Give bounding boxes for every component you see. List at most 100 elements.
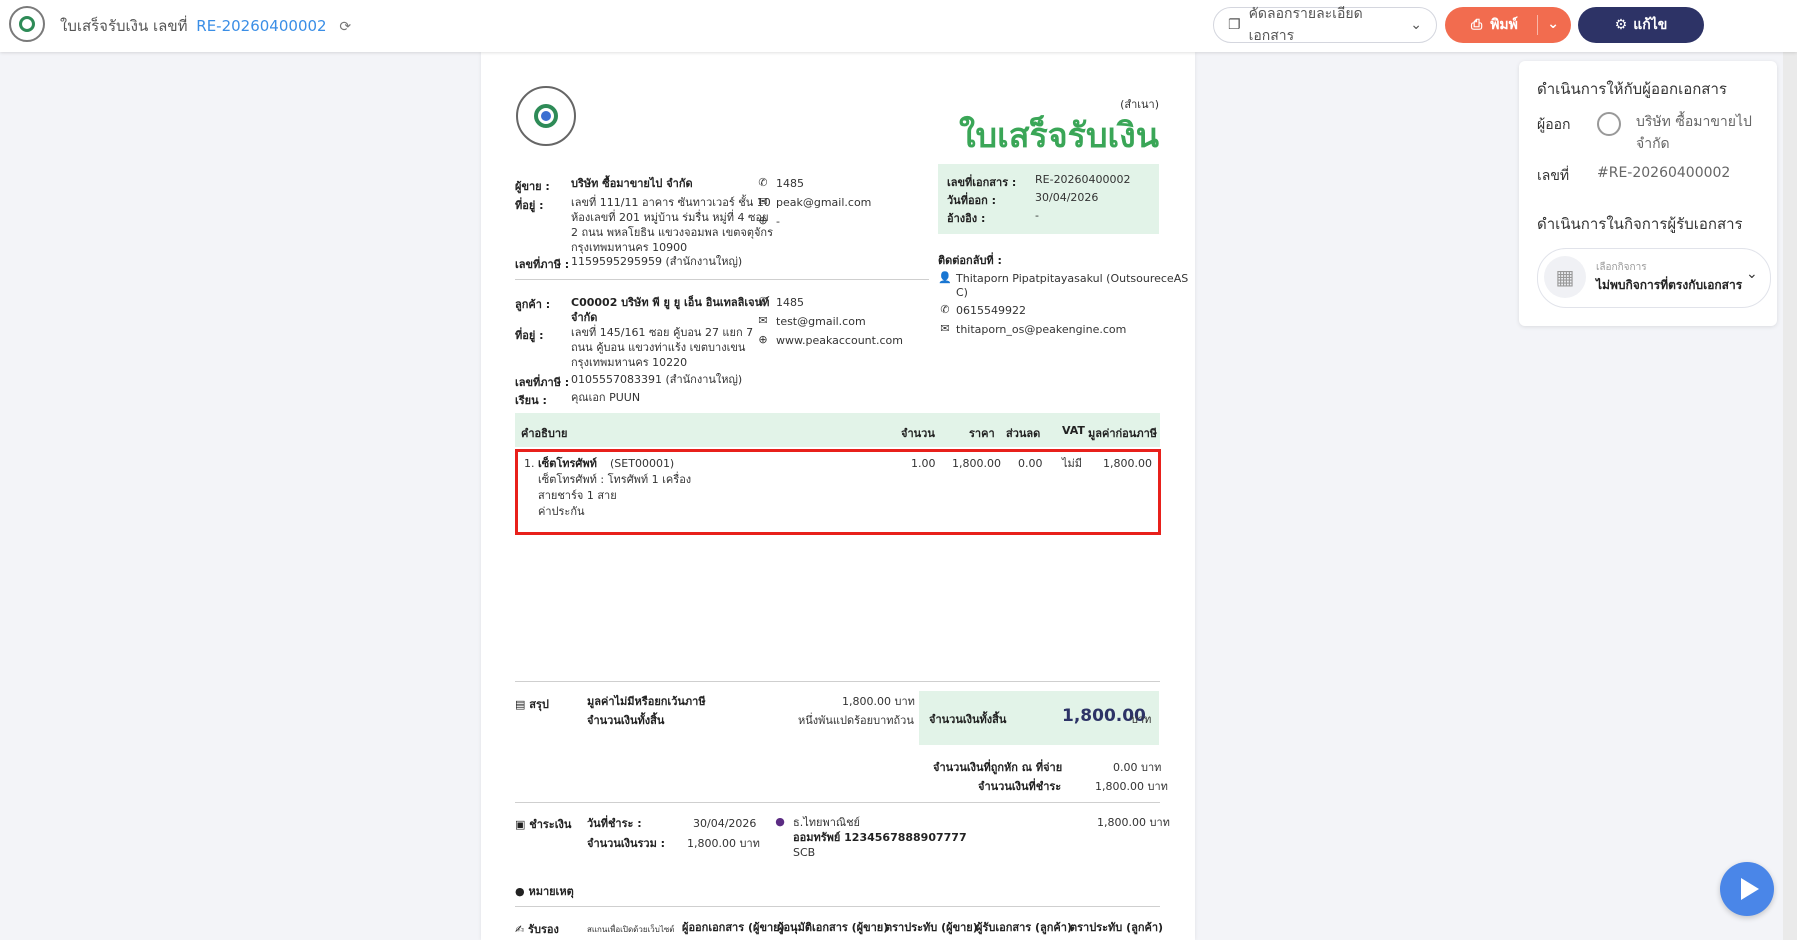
globe-icon: ⊕	[758, 333, 768, 346]
seller-address-line: 2 ถนน พหลโยธิน แขวงจอมพล เขตจตุจักร	[571, 226, 773, 239]
document-page: (สำเนา) ใบเสร็จรับเงิน ผู้ขาย : บริษัท ซ…	[481, 52, 1195, 940]
cash-icon: ▣	[515, 818, 530, 831]
row-desc-line: สายชาร์จ 1 สาย	[538, 489, 617, 502]
seller-tax-label: เลขที่ภาษี :	[515, 258, 570, 271]
seller-phone: 1485	[776, 177, 804, 190]
sign-issuer: ผู้ออกเอกสาร (ผู้ขาย)	[682, 921, 785, 934]
withheld-label: จำนวนเงินที่ถูกหัก ณ ที่จ่าย	[933, 761, 1063, 774]
pay-amount: 1,800.00 บาท	[1097, 816, 1170, 829]
seller-web: -	[776, 215, 780, 228]
customer-tax-label: เลขที่ภาษี :	[515, 376, 570, 389]
row-discount: 0.00	[1018, 457, 1043, 470]
to-pay-label: จำนวนเงินที่ชำระ	[978, 780, 1062, 793]
contact-phone: 0615549922	[956, 304, 1026, 317]
row-vat: ไม่มี	[1062, 457, 1083, 470]
seller-tax: 1159595295959 (สำนักงานใหญ่)	[571, 255, 743, 268]
mail-icon: ✉	[940, 322, 950, 335]
customer-address-label: ที่อยู่ :	[515, 329, 544, 342]
building-icon: ▦	[1544, 256, 1586, 298]
customer-address-line: ถนน คู้บอน แขวงท่าแร้ง เขตบางเขน	[571, 341, 746, 354]
edit-label: แก้ไข	[1633, 17, 1668, 33]
attn-label: เรียน :	[515, 394, 547, 407]
pay-total: 1,800.00 บาท	[687, 837, 760, 850]
col-vat: VAT	[1062, 424, 1085, 437]
copy-icon: ❐	[1228, 17, 1241, 33]
copy-details-button[interactable]: ❐ คัดลอกรายละเอียดเอกสาร ⌄	[1213, 6, 1437, 44]
business-select[interactable]: ▦ เลือกกิจการ ไม่พบกิจการที่ตรงกับเอกสาร…	[1537, 248, 1771, 308]
no-vat-value: 1,800.00 บาท	[842, 695, 915, 708]
customer-name-cont: จำกัด	[571, 311, 598, 324]
print-label: พิมพ์	[1490, 17, 1518, 33]
globe-icon: ⊕	[758, 214, 768, 227]
issuer-label: ผู้ออก	[1537, 117, 1571, 133]
print-button[interactable]: ⎙ พิมพ์ ⌄	[1445, 7, 1571, 43]
row-no: 1.	[524, 457, 535, 470]
contact-email: thitaporn_os@peakengine.com	[956, 323, 1127, 336]
payment-label-text: ชำระเงิน	[529, 818, 572, 831]
issuer-name-cont: จำกัด	[1636, 136, 1670, 152]
grand-total-unit: บาท	[1131, 713, 1152, 726]
sign-label: ✍ รับรอง	[515, 920, 559, 938]
summary-label: ▤ สรุป	[515, 695, 549, 713]
doc-no-value: RE-20260400002	[1035, 173, 1131, 186]
receiver-heading: ดำเนินการในกิจการผู้รับเอกสาร	[1537, 215, 1743, 233]
number-label: เลขที่	[1537, 168, 1570, 184]
col-price: ราคา	[969, 427, 995, 440]
withheld-value: 0.00 บาท	[1113, 761, 1162, 774]
col-amount: มูลค่าก่อนภาษี	[1088, 427, 1157, 440]
grand-total-label: จำนวนเงินทั้งสิ้น	[929, 713, 1007, 726]
document-title: ใบเสร็จรับเงิน	[958, 116, 1159, 156]
document-logo	[516, 86, 576, 146]
date-label: วันที่ออก :	[947, 194, 997, 207]
col-qty: จำนวน	[901, 427, 935, 440]
col-discount: ส่วนลด	[1006, 427, 1041, 440]
customer-label: ลูกค้า :	[515, 298, 551, 311]
total-words: หนึ่งพันแปดร้อยบาทถ้วน	[798, 714, 914, 727]
sign-customer-stamp: ตราประทับ (ลูกค้า)	[1070, 921, 1164, 934]
divider	[515, 906, 1160, 907]
row-desc-line: ค่าประกัน	[538, 505, 585, 518]
printer-icon: ⎙	[1471, 17, 1483, 33]
row-amount: 1,800.00	[1103, 457, 1152, 470]
doc-number: RE-20260400002	[196, 17, 327, 35]
edit-button[interactable]: ⚙ แก้ไข	[1578, 7, 1704, 43]
bank-icon: ●	[775, 815, 785, 828]
row-desc-line: เซ็ตโทรศัพท์ : โทรศัพท์ 1 เครื่อง	[538, 473, 692, 486]
issuer-name: บริษัท ซื้อมาขายไป	[1636, 114, 1752, 130]
contact-name-cont: C)	[956, 286, 968, 299]
attn-value: คุณเอก PUUN	[571, 391, 641, 404]
phone-icon: ✆	[758, 295, 768, 308]
company-logo[interactable]	[9, 6, 45, 42]
sign-label-text: รับรอง	[528, 923, 559, 936]
note-label-text: หมายเหตุ	[528, 885, 574, 898]
sign-receiver: ผู้รับเอกสาร (ลูกค้า)	[976, 921, 1072, 934]
issuer-logo	[1597, 112, 1621, 136]
customer-web: www.peakaccount.com	[776, 334, 903, 347]
seller-address-line: เลขที่ 111/11 อาคาร ซันทาวเวอร์ ชั้น 10	[571, 196, 771, 209]
contact-label: ติดต่อกลับที่ :	[938, 254, 1002, 267]
issuer-heading: ดำเนินการให้กับผู้ออกเอกสาร	[1537, 80, 1727, 98]
date-value: 30/04/2026	[1035, 191, 1099, 204]
play-button[interactable]	[1720, 862, 1774, 916]
pay-total-label: จำนวนเงินรวม :	[587, 837, 666, 850]
divider	[515, 681, 1160, 682]
document-meta-box: เลขที่เอกสาร : RE-20260400002 วันที่ออก …	[938, 164, 1159, 234]
row-item-name: เซ็ตโทรศัพท์	[538, 457, 597, 470]
table-row[interactable]: 1. เซ็ตโทรศัพท์ (SET00001) เซ็ตโทรศัพท์ …	[515, 449, 1161, 535]
summary-label-text: สรุป	[529, 698, 549, 711]
customer-tax: 0105557083391 (สำนักงานใหญ่)	[571, 373, 743, 386]
refresh-icon[interactable]: ⟳	[339, 19, 351, 35]
ref-value: -	[1035, 209, 1039, 222]
ref-label: อ้างอิง :	[947, 212, 986, 225]
contact-name: Thitaporn Pipatpitayasakul (OutsoureceAS	[956, 272, 1189, 285]
chevron-down-icon[interactable]: ⌄	[1547, 16, 1559, 32]
side-panel: ดำเนินการให้กับผู้ออกเอกสาร ผู้ออก บริษั…	[1519, 61, 1777, 326]
pay-date: 30/04/2026	[693, 817, 757, 830]
scan-text: สแกนเพื่อเปิดด้วยเว็บไซต์	[587, 925, 675, 934]
page-title: ใบเสร็จรับเงิน เลขที่ RE-20260400002 ⟳	[60, 14, 351, 38]
bank-short: SCB	[793, 846, 816, 859]
seller-address-label: ที่อยู่ :	[515, 199, 544, 212]
chevron-down-icon: ⌄	[1410, 17, 1422, 33]
gear-icon: ⚙	[1614, 17, 1628, 33]
scrollbar[interactable]	[1783, 52, 1797, 940]
